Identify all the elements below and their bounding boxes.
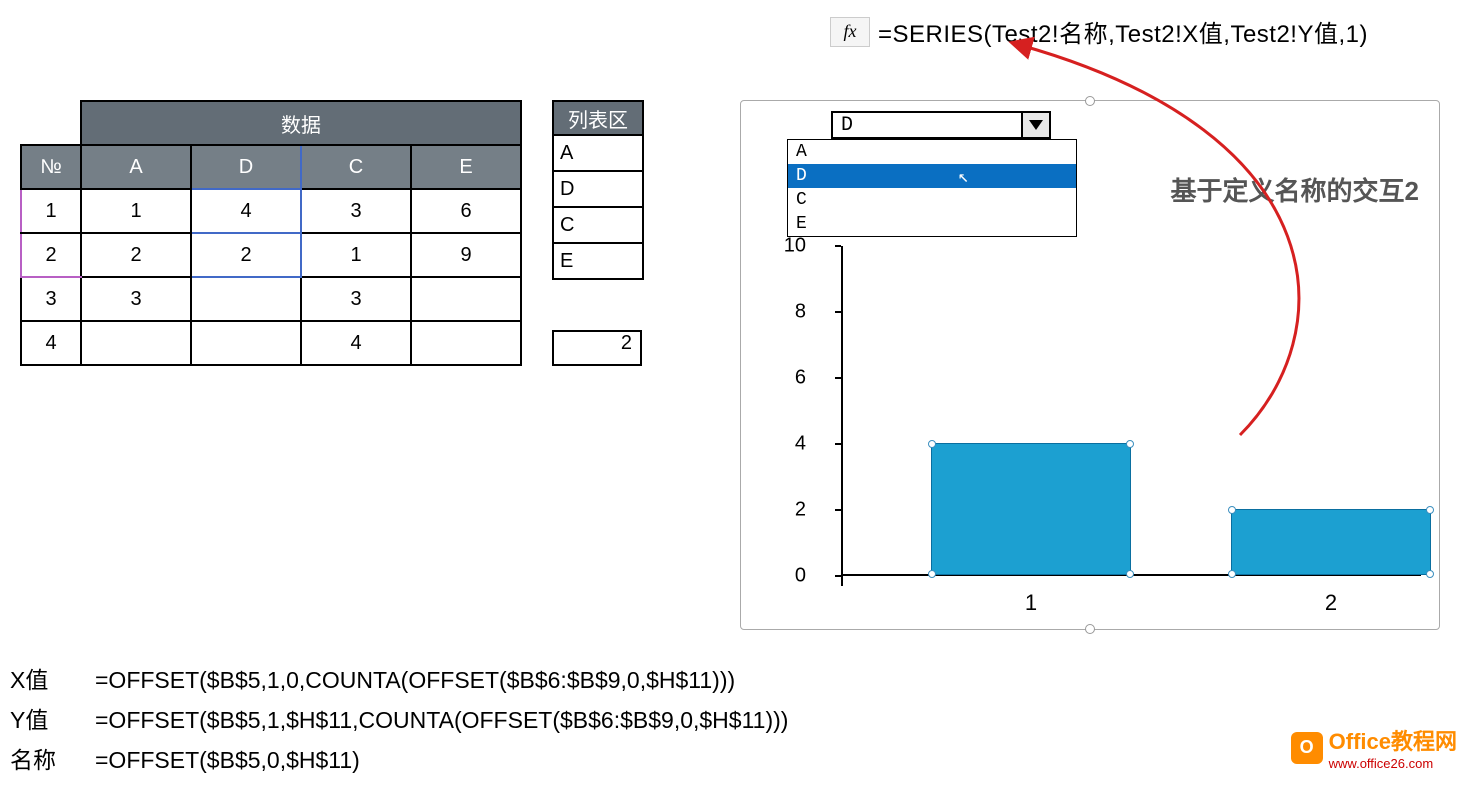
cell[interactable]: 1	[21, 189, 81, 233]
combo-button[interactable]	[1021, 113, 1049, 137]
chart-object[interactable]: D A D ↖ C E 基于定义名称的交互2 0 2 4 6 8 10	[740, 100, 1440, 630]
def-formula: =OFFSET($B$5,0,$H$11)	[95, 740, 360, 780]
combo-dropdown[interactable]: A D ↖ C E	[787, 139, 1077, 237]
y-tick: 4	[776, 433, 806, 456]
logo-icon: O	[1291, 732, 1323, 764]
list-item[interactable]: A	[553, 135, 643, 171]
combo-option[interactable]: A	[788, 140, 1076, 164]
combo-option-label: D	[796, 166, 807, 186]
y-tick: 10	[776, 235, 806, 258]
col-a: A	[81, 145, 191, 189]
y-tick: 8	[776, 301, 806, 324]
logo-title: Office教程网	[1329, 724, 1457, 756]
def-label: 名称	[10, 740, 65, 780]
y-tick: 2	[776, 499, 806, 522]
cell[interactable]: 4	[191, 189, 301, 233]
col-d: D	[191, 145, 301, 189]
list-header: 列表区	[553, 101, 643, 135]
cell[interactable]: 4	[301, 321, 411, 365]
cell[interactable]: 6	[411, 189, 521, 233]
list-table[interactable]: 列表区 A D C E	[552, 100, 644, 280]
cell[interactable]: 2	[81, 233, 191, 277]
cell[interactable]: 3	[301, 189, 411, 233]
cell[interactable]	[411, 321, 521, 365]
col-c: C	[301, 145, 411, 189]
table-row[interactable]: 2 2 2 1 9	[21, 233, 521, 277]
def-formula: =OFFSET($B$5,1,0,COUNTA(OFFSET($B$6:$B$9…	[95, 660, 735, 700]
table-row[interactable]: 1 1 4 3 6	[21, 189, 521, 233]
y-tick: 6	[776, 367, 806, 390]
def-label: X值	[10, 660, 65, 700]
formula-bar: fx =SERIES(Test2!名称,Test2!X值,Test2!Y值,1)	[830, 14, 1368, 49]
cell[interactable]: 3	[81, 277, 191, 321]
x-label: 1	[1025, 590, 1037, 616]
table-row[interactable]: 3 3 3	[21, 277, 521, 321]
watermark-logo: O Office教程网 www.office26.com	[1291, 724, 1457, 771]
combo-option[interactable]: D ↖	[788, 164, 1076, 188]
combo-value: D	[833, 114, 1021, 137]
cell[interactable]: 2	[191, 233, 301, 277]
x-label: 2	[1325, 590, 1337, 616]
table-row[interactable]: 4 4	[21, 321, 521, 365]
cell[interactable]: 3	[21, 277, 81, 321]
def-formula: =OFFSET($B$5,1,$H$11,COUNTA(OFFSET($B$6:…	[95, 700, 788, 740]
combo-option[interactable]: E	[788, 212, 1076, 236]
chart-plot[interactable]: 0 2 4 6 8 10 1 2	[811, 246, 1421, 586]
chevron-down-icon	[1029, 120, 1043, 130]
cell[interactable]	[191, 277, 301, 321]
bar-2[interactable]	[1231, 509, 1431, 575]
logo-url: www.office26.com	[1329, 756, 1457, 771]
y-axis	[841, 246, 843, 586]
cell[interactable]: 1	[81, 189, 191, 233]
bar-1[interactable]	[931, 443, 1131, 575]
cell[interactable]	[191, 321, 301, 365]
cell[interactable]: 3	[301, 277, 411, 321]
name-definitions: X值 =OFFSET($B$5,1,0,COUNTA(OFFSET($B$6:$…	[10, 660, 788, 780]
combo-option[interactable]: C	[788, 188, 1076, 212]
value-cell[interactable]: 2	[552, 330, 642, 366]
data-table[interactable]: 数据 № A D C E 1 1 4 3 6 2 2 2 1 9 3 3 3	[20, 100, 522, 366]
def-label: Y值	[10, 700, 65, 740]
cell[interactable]: 4	[21, 321, 81, 365]
list-item[interactable]: C	[553, 207, 643, 243]
chart-title: 基于定义名称的交互2	[1171, 171, 1419, 208]
combo-box[interactable]: D	[831, 111, 1051, 139]
list-item[interactable]: E	[553, 243, 643, 279]
formula-text[interactable]: =SERIES(Test2!名称,Test2!X值,Test2!Y值,1)	[878, 14, 1368, 49]
cursor-icon: ↖	[958, 166, 969, 188]
cell[interactable]: 9	[411, 233, 521, 277]
col-e: E	[411, 145, 521, 189]
cell[interactable]: 2	[21, 233, 81, 277]
y-tick: 0	[776, 565, 806, 588]
cell[interactable]: 1	[301, 233, 411, 277]
data-header: 数据	[81, 101, 521, 145]
col-no: №	[21, 145, 81, 189]
cell[interactable]	[81, 321, 191, 365]
cell[interactable]	[411, 277, 521, 321]
fx-icon[interactable]: fx	[830, 17, 870, 47]
list-item[interactable]: D	[553, 171, 643, 207]
